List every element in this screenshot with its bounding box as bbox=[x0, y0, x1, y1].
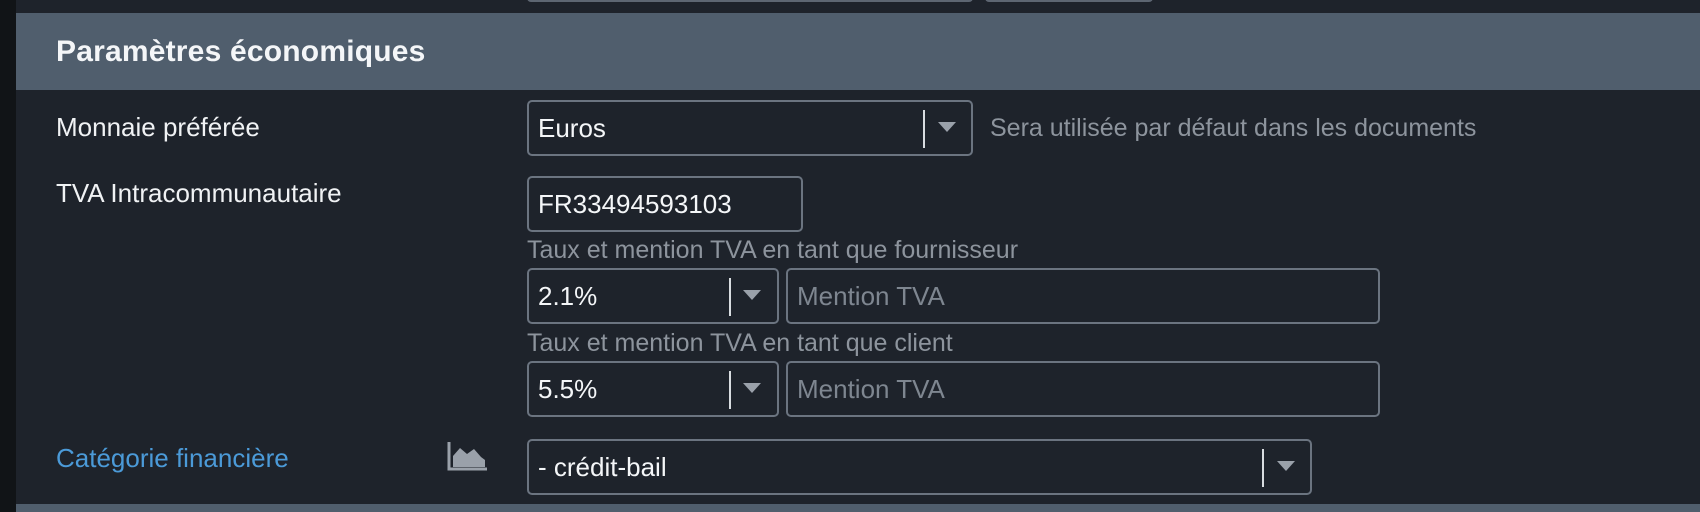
currency-hint: Sera utilisée par défaut dans les docume… bbox=[990, 114, 1477, 142]
currency-label: Monnaie préférée bbox=[56, 112, 260, 142]
chevron-down-icon[interactable] bbox=[743, 290, 761, 300]
select-divider bbox=[1262, 449, 1264, 487]
select-divider bbox=[729, 371, 731, 409]
chevron-down-icon[interactable] bbox=[938, 122, 956, 132]
previous-row-strip bbox=[16, 0, 1700, 13]
currency-select-value: Euros bbox=[538, 112, 606, 143]
area-chart-icon[interactable] bbox=[446, 440, 488, 472]
supplier-vat-mention-placeholder: Mention TVA bbox=[797, 280, 945, 311]
previous-field-right[interactable] bbox=[985, 0, 1153, 2]
chevron-down-icon[interactable] bbox=[1277, 461, 1295, 471]
currency-select[interactable]: Euros bbox=[527, 100, 973, 156]
client-vat-rate-value: 5.5% bbox=[538, 373, 598, 404]
client-vat-mention-placeholder: Mention TVA bbox=[797, 373, 945, 404]
section-header: Paramètres économiques bbox=[16, 13, 1700, 90]
vat-number-input[interactable]: FR33494593103 bbox=[527, 176, 803, 232]
client-vat-caption: Taux et mention TVA en tant que client bbox=[527, 329, 953, 357]
chevron-down-icon[interactable] bbox=[743, 383, 761, 393]
client-vat-mention-input[interactable]: Mention TVA bbox=[786, 361, 1380, 417]
settings-panel: Paramètres économiques Monnaie préférée … bbox=[16, 0, 1700, 512]
vat-number-value: FR33494593103 bbox=[538, 188, 732, 219]
vat-number-label: TVA Intracommunautaire bbox=[56, 178, 342, 208]
supplier-vat-mention-input[interactable]: Mention TVA bbox=[786, 268, 1380, 324]
supplier-vat-rate-select[interactable]: 2.1% bbox=[527, 268, 779, 324]
section-title: Paramètres économiques bbox=[56, 35, 426, 68]
financial-category-link[interactable]: Catégorie financière bbox=[56, 443, 289, 474]
financial-category-value: - crédit-bail bbox=[538, 451, 667, 482]
supplier-vat-rate-value: 2.1% bbox=[538, 280, 598, 311]
select-divider bbox=[923, 110, 925, 148]
client-vat-rate-select[interactable]: 5.5% bbox=[527, 361, 779, 417]
previous-field-left[interactable] bbox=[527, 0, 973, 2]
supplier-vat-caption: Taux et mention TVA en tant que fourniss… bbox=[527, 236, 1019, 264]
select-divider bbox=[729, 278, 731, 316]
financial-category-select[interactable]: - crédit-bail bbox=[527, 439, 1312, 495]
next-section-header bbox=[16, 504, 1700, 512]
